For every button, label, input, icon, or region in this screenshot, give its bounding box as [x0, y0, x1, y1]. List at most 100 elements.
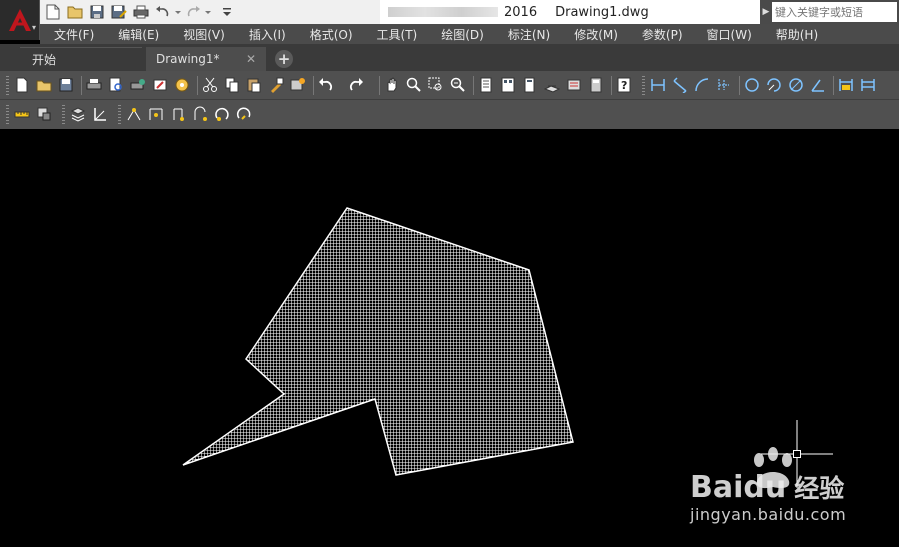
new-tab-button[interactable]: +: [272, 47, 296, 71]
plot-preview-icon[interactable]: [108, 77, 124, 93]
toolbar-separator: [197, 76, 198, 95]
toolbar-grip[interactable]: [6, 105, 9, 124]
design-center-icon[interactable]: [174, 77, 190, 93]
menu-window[interactable]: 窗口(W): [707, 26, 752, 43]
menu-draw[interactable]: 绘图(D): [441, 26, 484, 43]
dim-angular-icon[interactable]: [810, 77, 826, 93]
toolbar-grip[interactable]: [6, 76, 9, 95]
new-file-icon[interactable]: [44, 3, 62, 21]
param-point-icon[interactable]: [126, 106, 142, 122]
toolbar-grip[interactable]: [62, 105, 65, 124]
menu-help[interactable]: 帮助(H): [776, 26, 818, 43]
plot-icon[interactable]: [86, 77, 102, 93]
tool-palettes-icon[interactable]: [522, 77, 538, 93]
save-icon[interactable]: [58, 77, 74, 93]
param-linear-icon[interactable]: [148, 106, 164, 122]
dim-baseline-icon[interactable]: [860, 77, 876, 93]
application-menu-button[interactable]: ▾: [0, 0, 40, 40]
menu-file[interactable]: 文件(F): [54, 26, 94, 43]
toolbar-separator: [739, 76, 740, 95]
customize-qat-icon[interactable]: [218, 3, 236, 21]
menu-insert[interactable]: 插入(I): [249, 26, 286, 43]
menu-dimension[interactable]: 标注(N): [508, 26, 550, 43]
dim-linear-icon[interactable]: [650, 77, 666, 93]
properties-icon[interactable]: [478, 77, 494, 93]
pan-icon[interactable]: [384, 77, 400, 93]
jingyan-wordmark: 经验: [794, 474, 845, 503]
3d-print-icon[interactable]: [152, 77, 168, 93]
plot-icon[interactable]: [132, 3, 150, 21]
redo-icon[interactable]: [348, 77, 364, 93]
close-tab-icon[interactable]: ✕: [246, 52, 256, 66]
standard-toolbar: ?: [0, 71, 899, 100]
param-polar-icon[interactable]: [170, 106, 186, 122]
plus-icon: +: [275, 50, 293, 68]
help-icon[interactable]: ?: [616, 77, 632, 93]
quick-access-toolbar: [44, 0, 236, 24]
dim-quick-icon[interactable]: [838, 77, 854, 93]
search-expand-icon[interactable]: ▶: [760, 7, 772, 17]
dim-arc-icon[interactable]: [694, 77, 710, 93]
menu-format[interactable]: 格式(O): [310, 26, 353, 43]
match-properties-icon[interactable]: [268, 77, 284, 93]
menu-modify[interactable]: 修改(M): [574, 26, 618, 43]
svg-text:?: ?: [621, 79, 627, 92]
design-center-palette-icon[interactable]: [500, 77, 516, 93]
param-xy-icon[interactable]: [192, 106, 208, 122]
menu-bar: 文件(F) 编辑(E) 视图(V) 插入(I) 格式(O) 工具(T) 绘图(D…: [40, 24, 899, 44]
blurred-app-name: [388, 7, 498, 17]
drawing-canvas[interactable]: Baidu 经验 jingyan.baidu.com: [0, 129, 899, 545]
qnew-icon[interactable]: [14, 77, 30, 93]
save-as-icon[interactable]: [110, 3, 128, 21]
file-tab-bar: 开始 Drawing1* ✕ +: [0, 44, 899, 71]
toolbar-separator: [833, 76, 834, 95]
toolbar-separator: [379, 76, 380, 95]
baidu-wordmark: Bai: [690, 470, 744, 505]
zoom-window-icon[interactable]: [428, 77, 444, 93]
zoom-realtime-icon[interactable]: [406, 77, 422, 93]
baidu-watermark: Baidu 经验: [690, 469, 844, 505]
publish-icon[interactable]: [130, 77, 146, 93]
measure-icon[interactable]: [14, 106, 30, 122]
sheet-set-icon[interactable]: [543, 77, 561, 93]
undo-icon[interactable]: [318, 77, 334, 93]
block-editor-icon[interactable]: [290, 77, 306, 93]
quickcalc-icon[interactable]: [588, 77, 604, 93]
baidu-wordmark-suffix: du: [743, 470, 787, 505]
open-folder-icon[interactable]: [66, 3, 84, 21]
param-flip-icon[interactable]: [236, 106, 252, 122]
copy-icon[interactable]: [224, 77, 240, 93]
dim-jogged-icon[interactable]: [766, 77, 782, 93]
tab-start[interactable]: 开始: [20, 47, 142, 71]
menu-tools[interactable]: 工具(T): [377, 26, 418, 43]
save-icon[interactable]: [88, 3, 106, 21]
layer-icon[interactable]: [70, 106, 86, 122]
undo-icon[interactable]: [154, 3, 182, 21]
dim-diameter-icon[interactable]: [788, 77, 804, 93]
app-version: 2016: [504, 4, 538, 20]
block-icon[interactable]: [36, 106, 52, 122]
ucs-icon[interactable]: [92, 106, 108, 122]
dim-ordinate-icon[interactable]: [716, 77, 732, 93]
redo-icon[interactable]: [186, 3, 214, 21]
menu-parametric[interactable]: 参数(P): [642, 26, 683, 43]
zoom-previous-icon[interactable]: [450, 77, 466, 93]
hatched-polygon[interactable]: [182, 207, 574, 476]
tab-drawing1[interactable]: Drawing1* ✕: [146, 47, 266, 71]
search-input[interactable]: [772, 2, 897, 22]
menu-edit[interactable]: 编辑(E): [118, 26, 159, 43]
param-rotation-icon[interactable]: [214, 106, 230, 122]
toolbar-separator: [313, 76, 314, 95]
dim-aligned-icon[interactable]: [672, 77, 688, 94]
open-icon[interactable]: [36, 77, 52, 93]
document-title: 2016 Drawing1.dwg: [380, 0, 760, 24]
autocad-logo-icon: [8, 9, 31, 31]
markup-icon[interactable]: [566, 77, 582, 93]
toolbar-grip[interactable]: [642, 76, 645, 95]
dim-radius-icon[interactable]: [744, 77, 760, 93]
toolbar-grip[interactable]: [118, 105, 121, 124]
menu-view[interactable]: 视图(V): [183, 26, 225, 43]
paste-icon[interactable]: [246, 77, 262, 93]
toolbar-separator: [473, 76, 474, 95]
cut-icon[interactable]: [202, 77, 218, 93]
